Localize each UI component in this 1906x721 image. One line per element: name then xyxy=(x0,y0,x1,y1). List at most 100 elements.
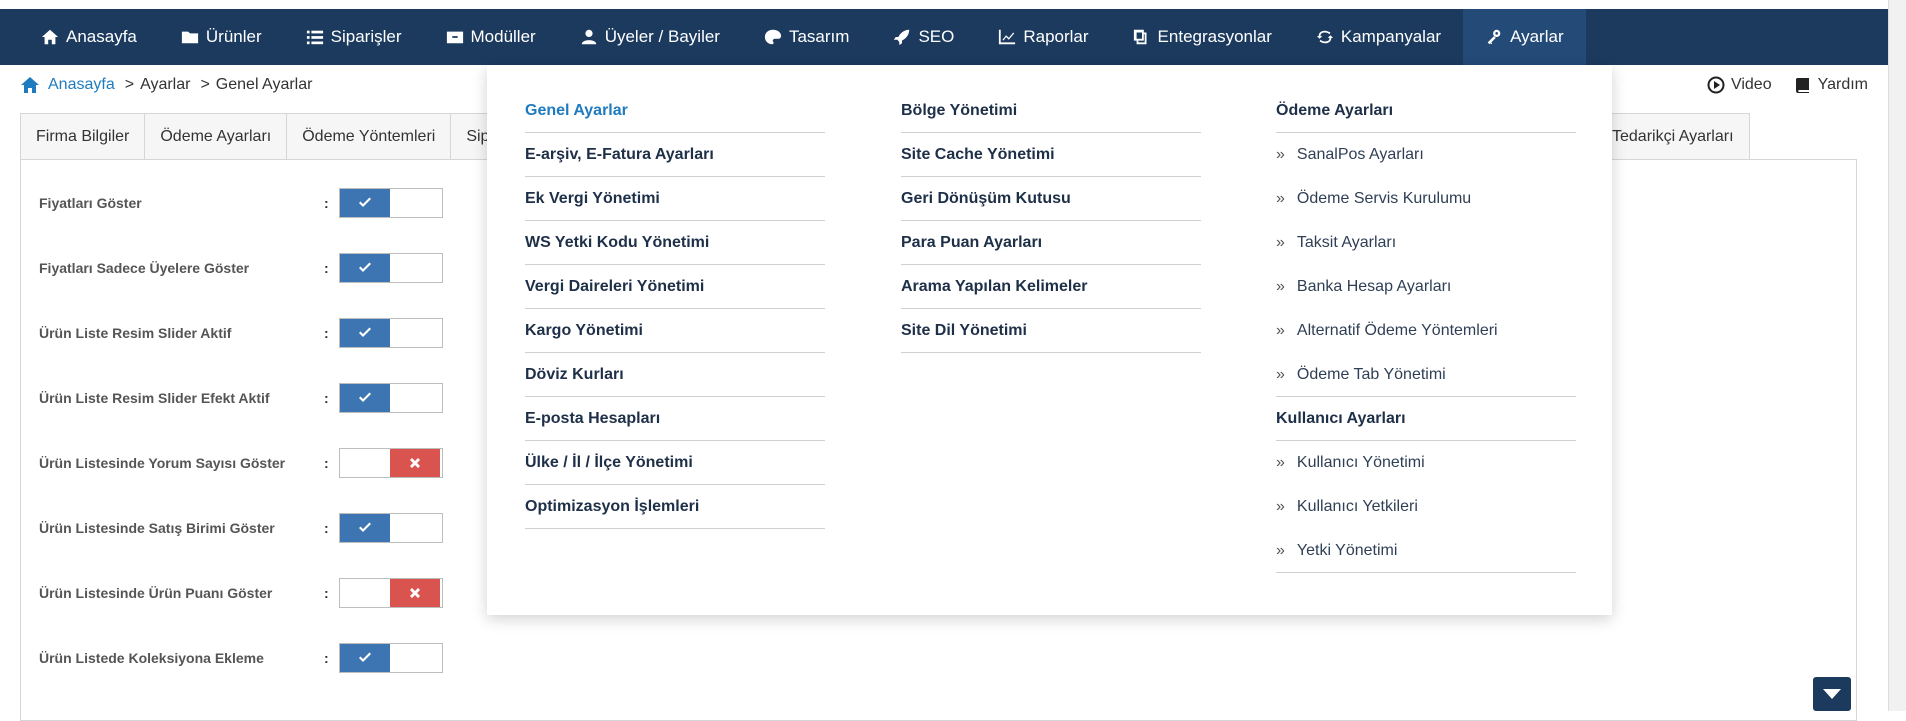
menu-subitem[interactable]: » Banka Hesap Ayarları xyxy=(1276,265,1576,309)
tab-firma-bilgiler[interactable]: Firma Bilgiler xyxy=(20,113,145,160)
menu-item[interactable]: Bölge Yönetimi xyxy=(901,89,1201,133)
menu-item[interactable]: Genel Ayarlar xyxy=(525,89,825,133)
menu-item[interactable]: Döviz Kurları xyxy=(525,353,825,397)
nav-item-seo[interactable]: SEO xyxy=(871,9,976,65)
menu-item-label: WS Yetki Kodu Yönetimi xyxy=(525,233,710,251)
double-chevron-icon: » xyxy=(1276,365,1285,383)
check-icon xyxy=(359,262,371,272)
menu-item[interactable]: Geri Dönüşüm Kutusu xyxy=(901,177,1201,221)
setting-row: Ürün Listede Koleksiyona Ekleme: xyxy=(39,643,449,673)
menu-item[interactable]: E-posta Hesapları xyxy=(525,397,825,441)
breadcrumb-item[interactable]: Ayarlar xyxy=(140,76,190,94)
setting-row: Fiyatları Sadece Üyelere Göster: xyxy=(39,253,449,283)
menu-item[interactable]: Site Dil Yönetimi xyxy=(901,309,1201,353)
menu-subitem[interactable]: » SanalPos Ayarları xyxy=(1276,133,1576,177)
menu-item[interactable]: Optimizasyon İşlemleri xyxy=(525,485,825,529)
menu-item[interactable]: Arama Yapılan Kelimeler xyxy=(901,265,1201,309)
nav-item-entegrasyonlar[interactable]: Entegrasyonlar xyxy=(1111,9,1294,65)
setting-label: Fiyatları Göster xyxy=(39,195,142,211)
setting-toggle[interactable] xyxy=(339,578,443,608)
menu-item-label: E-arşiv, E-Fatura Ayarları xyxy=(525,145,714,163)
nav-item-moduller[interactable]: Modüller xyxy=(424,9,558,65)
menu-item-label: Kullanıcı Yönetimi xyxy=(1296,454,1425,471)
chart-icon xyxy=(999,29,1016,45)
menu-item[interactable]: Site Cache Yönetimi xyxy=(901,133,1201,177)
breadcrumb-home[interactable]: Anasayfa xyxy=(20,76,115,94)
tab-tedarikci-ayarlari[interactable]: Tedarikçi Ayarları xyxy=(1596,113,1750,160)
menu-item[interactable]: Ülke / İl / İlçe Yönetimi xyxy=(525,441,825,485)
setting-label: Ürün Liste Resim Slider Efekt Aktif xyxy=(39,390,270,406)
breadcrumb-item: Genel Ayarlar xyxy=(215,76,313,93)
user-icon xyxy=(581,29,596,45)
setting-row: Ürün Listesinde Ürün Puanı Göster: xyxy=(39,578,449,608)
nav-item-anasayfa[interactable]: Anasayfa xyxy=(0,9,159,65)
menu-item[interactable]: Para Puan Ayarları xyxy=(901,221,1201,265)
video-label: Video xyxy=(1730,76,1772,93)
menu-item-label: Ödeme Ayarları xyxy=(1276,101,1394,119)
menu-subitem[interactable]: » Yetki Yönetimi xyxy=(1276,529,1576,573)
nav-label: Üyeler / Bayiler xyxy=(604,27,720,46)
menu-item[interactable]: Ek Vergi Yönetimi xyxy=(525,177,825,221)
setting-toggle[interactable] xyxy=(339,513,443,543)
menu-item-label: Kullanıcı Yetkileri xyxy=(1296,498,1418,515)
nav-item-raporlar[interactable]: Raporlar xyxy=(976,9,1110,65)
nav-item-urunler[interactable]: Ürünler xyxy=(159,9,284,65)
scroll-down-button[interactable] xyxy=(1813,677,1851,711)
caret-down-icon xyxy=(1823,689,1841,699)
menu-item-label: Ödeme Tab Yönetimi xyxy=(1296,365,1446,383)
breadcrumb-separator: > xyxy=(124,76,135,93)
nav-label: Anasayfa xyxy=(66,27,137,46)
nav-item-uyeler[interactable]: Üyeler / Bayiler xyxy=(558,9,742,65)
double-chevron-icon: » xyxy=(1276,234,1285,251)
nav-label: Modüller xyxy=(470,27,536,46)
setting-toggle[interactable] xyxy=(339,318,443,348)
menu-item-label: Ek Vergi Yönetimi xyxy=(525,189,660,207)
nav-item-kampanyalar[interactable]: Kampanyalar xyxy=(1294,9,1463,65)
page-scrollbar[interactable] xyxy=(1888,0,1906,711)
palette-icon xyxy=(764,29,782,45)
menu-subitem[interactable]: » Kullanıcı Yönetimi xyxy=(1276,441,1576,485)
menu-item[interactable]: WS Yetki Kodu Yönetimi xyxy=(525,221,825,265)
video-button[interactable]: Video xyxy=(1707,76,1772,94)
breadcrumb-home-label: Anasayfa xyxy=(48,76,115,93)
rocket-icon xyxy=(894,29,910,46)
menu-item[interactable]: Vergi Daireleri Yönetimi xyxy=(525,265,825,309)
setting-row: Ürün Listesinde Yorum Sayısı Göster: xyxy=(39,448,449,478)
setting-label: Ürün Listesinde Yorum Sayısı Göster xyxy=(39,455,286,471)
menu-subitem[interactable]: » Taksit Ayarları xyxy=(1276,221,1576,265)
setting-toggle[interactable] xyxy=(339,448,443,478)
setting-label: Fiyatları Sadece Üyelere Göster xyxy=(39,260,250,276)
menu-subitem[interactable]: » Ödeme Servis Kurulumu xyxy=(1276,177,1576,221)
nav-item-siparisler[interactable]: Siparişler xyxy=(284,9,424,65)
setting-label: Ürün Listesinde Satış Birimi Göster xyxy=(39,520,275,536)
double-chevron-icon: » xyxy=(1276,146,1285,163)
nav-item-ayarlar[interactable]: Ayarlar xyxy=(1463,9,1586,65)
setting-colon: : xyxy=(324,260,329,276)
menu-item-label: Ülke / İl / İlçe Yönetimi xyxy=(525,453,693,471)
setting-toggle[interactable] xyxy=(339,643,443,673)
setting-toggle[interactable] xyxy=(339,253,443,283)
menu-subitem[interactable]: » Alternatif Ödeme Yöntemleri xyxy=(1276,309,1576,353)
close-icon xyxy=(410,588,420,598)
setting-toggle[interactable] xyxy=(339,188,443,218)
double-chevron-icon: » xyxy=(1276,190,1285,207)
menu-item-label: E-posta Hesapları xyxy=(525,409,661,427)
menu-item[interactable]: Kargo Yönetimi xyxy=(525,309,825,353)
menu-item-label: Optimizasyon İşlemleri xyxy=(525,497,700,515)
menu-item-label: Arama Yapılan Kelimeler xyxy=(901,277,1088,295)
page-tools: Video Yardım xyxy=(1685,76,1868,94)
menu-item-label: Vergi Daireleri Yönetimi xyxy=(525,277,705,295)
menu-item-label: Taksit Ayarları xyxy=(1296,234,1397,251)
menu-subitem[interactable]: » Kullanıcı Yetkileri xyxy=(1276,485,1576,529)
close-icon xyxy=(410,458,420,468)
menu-item[interactable]: E-arşiv, E-Fatura Ayarları xyxy=(525,133,825,177)
double-chevron-icon: » xyxy=(1276,454,1285,471)
refresh-icon xyxy=(1316,30,1333,44)
help-button[interactable]: Yardım xyxy=(1794,76,1868,94)
setting-toggle[interactable] xyxy=(339,383,443,413)
nav-item-tasarim[interactable]: Tasarım xyxy=(742,9,871,65)
tab-odeme-ayarlari[interactable]: Ödeme Ayarları xyxy=(144,113,287,160)
nav-label: Entegrasyonlar xyxy=(1157,27,1272,46)
tab-odeme-yontemleri[interactable]: Ödeme Yöntemleri xyxy=(286,113,451,160)
menu-subitem[interactable]: » Ödeme Tab Yönetimi xyxy=(1276,353,1576,397)
